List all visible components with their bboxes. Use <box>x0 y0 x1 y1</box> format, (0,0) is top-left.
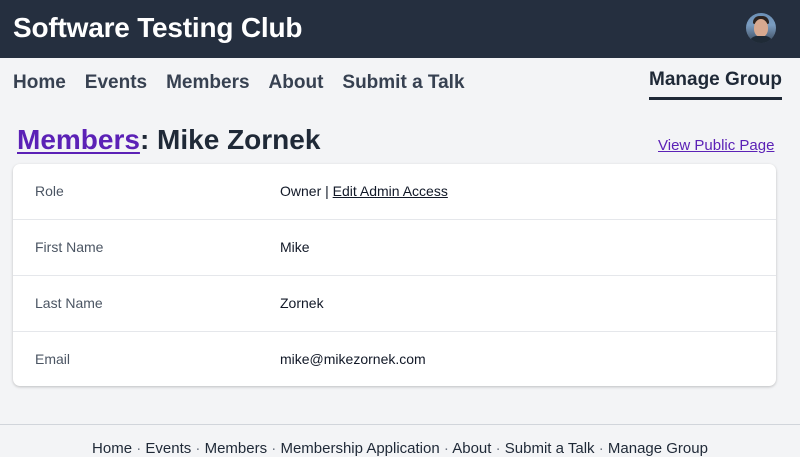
footer-link-home[interactable]: Home <box>92 440 132 457</box>
footer-link-members[interactable]: Members <box>205 440 268 457</box>
footer-link-submit-a-talk[interactable]: Submit a Talk <box>505 440 595 457</box>
nav-item-members[interactable]: Members <box>166 72 249 96</box>
detail-label: First Name <box>35 239 104 255</box>
nav-item-events[interactable]: Events <box>85 72 147 96</box>
footer-link-manage-group[interactable]: Manage Group <box>608 440 708 457</box>
avatar-face <box>754 19 768 37</box>
detail-value: Owner | Edit Admin Access <box>280 183 448 199</box>
detail-label: Email <box>35 351 71 367</box>
detail-row-role: Role Owner | Edit Admin Access <box>13 164 776 220</box>
nav-item-home[interactable]: Home <box>13 72 66 96</box>
edit-admin-access-link[interactable]: Edit Admin Access <box>333 183 448 199</box>
footer-nav: Home · Events · Members · Membership App… <box>0 440 800 457</box>
member-name-heading: : Mike Zornek <box>139 124 321 155</box>
detail-row-email: Email mike@mikezornek.com <box>13 331 776 387</box>
footer-link-membership-application[interactable]: Membership Application <box>280 440 439 457</box>
footer-link-events[interactable]: Events <box>145 440 191 457</box>
site-title[interactable]: Software Testing Club <box>13 12 302 44</box>
footer-separator: · <box>195 440 205 457</box>
detail-label: Role <box>35 183 64 199</box>
page-title: Members: Mike Zornek <box>17 124 320 156</box>
footer-separator: · <box>136 440 146 457</box>
top-bar: Software Testing Club <box>0 0 800 58</box>
nav-item-submit-a-talk[interactable]: Submit a Talk <box>342 72 464 96</box>
avatar-shirt <box>749 36 773 43</box>
detail-value: Zornek <box>280 295 324 311</box>
breadcrumb-members-link[interactable]: Members <box>17 124 140 155</box>
main-nav: Home Events Members About Submit a Talk <box>13 72 465 96</box>
nav-item-manage-group[interactable]: Manage Group <box>649 69 783 100</box>
user-avatar[interactable] <box>746 13 776 43</box>
footer-separator: · <box>443 440 453 457</box>
detail-label: Last Name <box>35 295 103 311</box>
footer-divider <box>0 424 800 425</box>
detail-value: Mike <box>280 239 310 255</box>
footer-separator: · <box>495 440 505 457</box>
view-public-page-link[interactable]: View Public Page <box>658 137 774 154</box>
role-value: Owner | <box>280 183 333 199</box>
nav-item-about[interactable]: About <box>269 72 324 96</box>
footer-link-about[interactable]: About <box>452 440 491 457</box>
detail-value: mike@mikezornek.com <box>280 351 426 367</box>
detail-row-last-name: Last Name Zornek <box>13 275 776 331</box>
member-details-card: Role Owner | Edit Admin Access First Nam… <box>13 164 776 386</box>
detail-row-first-name: First Name Mike <box>13 219 776 275</box>
footer-separator: · <box>598 440 608 457</box>
